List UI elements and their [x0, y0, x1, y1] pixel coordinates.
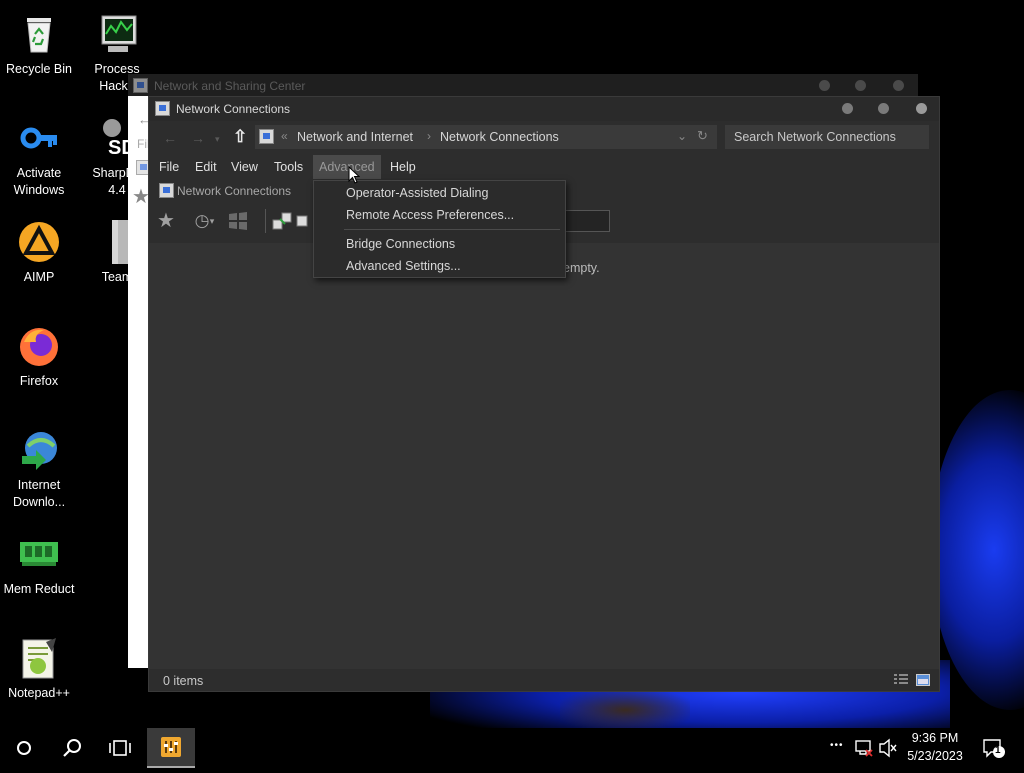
- menu-separator: [344, 229, 560, 230]
- network-status-icon[interactable]: [853, 728, 875, 768]
- network-location-icon: [259, 129, 274, 144]
- item-count: 0 items: [163, 674, 204, 688]
- volume-muted-icon[interactable]: [877, 728, 899, 768]
- back-arrow-icon[interactable]: ←: [163, 130, 177, 146]
- desktop: Recycle Bin Activate Windows AIMP Firefo…: [0, 0, 1024, 728]
- firefox-icon: [16, 324, 62, 370]
- forward-arrow-icon[interactable]: →: [191, 130, 205, 146]
- maximize-button[interactable]: [855, 80, 866, 91]
- wallpaper-glow: [560, 690, 690, 728]
- desktop-icon-label: Firefox: [19, 374, 59, 388]
- taskbar-app-control-panel[interactable]: [147, 728, 195, 768]
- desktop-icon-label: Mem Reduct: [3, 582, 75, 596]
- search-box[interactable]: [725, 125, 929, 149]
- tab-network-connections[interactable]: Network Connections: [177, 184, 291, 198]
- search-input[interactable]: [725, 125, 929, 149]
- breadcrumb-network-internet[interactable]: Network and Internet: [297, 130, 413, 144]
- address-row: ← → ▾ ⇧ « Network and Internet › Network…: [149, 125, 939, 151]
- menu-tools[interactable]: Tools: [268, 155, 309, 179]
- network-connections-icon: [155, 101, 170, 116]
- mouse-cursor-icon: [348, 165, 361, 184]
- mem-reduct-icon: [16, 532, 62, 578]
- desktop-icon-aimp[interactable]: AIMP: [0, 220, 78, 286]
- status-bar: 0 items: [149, 669, 939, 691]
- menu-item-operator-assisted-dialing[interactable]: Operator-Assisted Dialing: [346, 186, 488, 200]
- address-dropdown-icon[interactable]: ⌄: [677, 129, 687, 143]
- address-bar[interactable]: « Network and Internet › Network Connect…: [255, 125, 717, 149]
- show-hidden-icons[interactable]: •••: [830, 740, 844, 751]
- up-arrow-icon[interactable]: ⇧: [233, 127, 247, 147]
- start-button[interactable]: [4, 728, 44, 768]
- refresh-icon[interactable]: ↻: [697, 128, 708, 144]
- minimize-button[interactable]: [842, 103, 853, 114]
- clock-date[interactable]: 5/23/2023: [903, 749, 967, 763]
- close-button[interactable]: [916, 103, 927, 114]
- key-icon: [16, 116, 62, 162]
- clock-time[interactable]: 9:36 PM: [905, 731, 965, 745]
- desktop-icon-firefox[interactable]: Firefox: [0, 324, 78, 390]
- notification-count: 1: [995, 745, 1001, 756]
- process-hacker-icon: [94, 12, 140, 58]
- notepad-plus-icon: [16, 636, 62, 682]
- internet-download-icon: [16, 428, 62, 474]
- window-title: Network Connections: [176, 102, 291, 116]
- minimize-button[interactable]: [819, 80, 830, 91]
- menu-help[interactable]: Help: [384, 155, 422, 179]
- taskbar: ••• 9:36 PM 5/23/2023 1: [0, 728, 1024, 768]
- connect-icon[interactable]: [269, 209, 295, 233]
- large-icons-view-icon[interactable]: [916, 673, 930, 686]
- menu-item-bridge-connections[interactable]: Bridge Connections: [346, 237, 455, 251]
- desktop-icon-label: Activate Windows: [13, 166, 65, 197]
- search-icon[interactable]: [52, 728, 92, 768]
- desktop-icon-label: Recycle Bin: [6, 62, 72, 76]
- desktop-icon-internet-download[interactable]: Internet Downlo...: [0, 428, 78, 511]
- menu-item-remote-access-preferences[interactable]: Remote Access Preferences...: [346, 208, 514, 222]
- breadcrumb-overflow[interactable]: «: [281, 129, 288, 143]
- title-bar[interactable]: Network Connections: [149, 97, 939, 121]
- desktop-icon-label: Notepad++: [8, 686, 70, 700]
- aimp-icon: [16, 220, 62, 266]
- history-dropdown-icon[interactable]: ▾: [207, 209, 217, 233]
- tab-icon: [159, 183, 174, 198]
- recycle-bin-icon: [16, 12, 62, 58]
- close-button[interactable]: [893, 80, 904, 91]
- empty-folder-message: empty.: [563, 261, 600, 275]
- menu-file[interactable]: File: [153, 155, 185, 179]
- desktop-icon-label: Internet Downlo...: [12, 478, 66, 509]
- advanced-menu-dropdown: Operator-Assisted Dialing Remote Access …: [313, 180, 566, 278]
- menu-edit[interactable]: Edit: [189, 155, 223, 179]
- windows-logo-icon[interactable]: [225, 209, 251, 233]
- toolbar-divider: [265, 209, 266, 233]
- favorites-star-icon[interactable]: ★: [153, 209, 179, 233]
- disconnect-icon[interactable]: [295, 209, 309, 233]
- maximize-button[interactable]: [878, 103, 889, 114]
- network-window-icon: [133, 78, 148, 93]
- menu-item-advanced-settings[interactable]: Advanced Settings...: [346, 259, 461, 273]
- desktop-icon-mem-reduct[interactable]: Mem Reduct: [0, 532, 78, 598]
- toolbar-field[interactable]: [564, 210, 610, 232]
- task-view-icon[interactable]: [100, 728, 140, 768]
- window-edge: [128, 96, 150, 668]
- breadcrumb-network-connections[interactable]: Network Connections: [440, 130, 559, 144]
- menu-view[interactable]: View: [225, 155, 264, 179]
- recent-dropdown-icon[interactable]: ▾: [215, 134, 220, 145]
- menu-bar: File Edit View Tools Advanced Help: [149, 155, 939, 179]
- desktop-icon-notepad-plus[interactable]: Notepad++: [0, 636, 78, 702]
- notification-center-icon[interactable]: 1: [980, 728, 1008, 768]
- details-view-icon[interactable]: [894, 673, 908, 685]
- menu-advanced[interactable]: Advanced: [313, 155, 381, 179]
- desktop-icon-activate-windows[interactable]: Activate Windows: [0, 116, 78, 199]
- connections-list[interactable]: empty.: [149, 243, 939, 669]
- desktop-icon-recycle-bin[interactable]: Recycle Bin: [0, 12, 78, 78]
- desktop-icon-label: AIMP: [23, 270, 55, 284]
- window-title: Network and Sharing Center: [154, 79, 306, 93]
- breadcrumb-separator[interactable]: ›: [427, 129, 431, 143]
